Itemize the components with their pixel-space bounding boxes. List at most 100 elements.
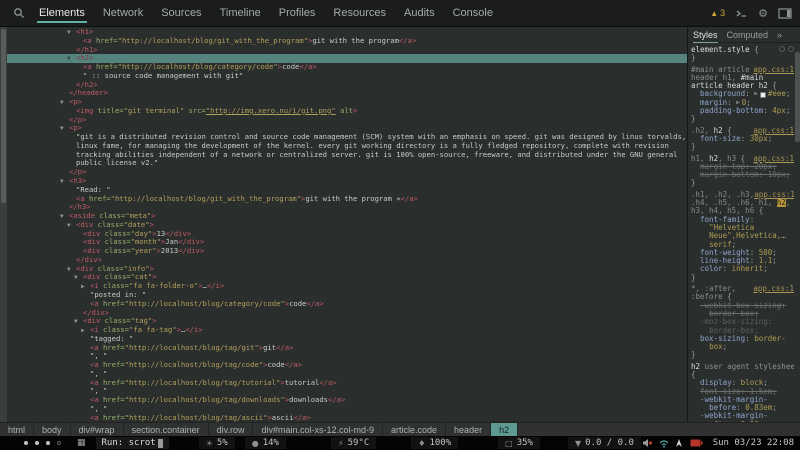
style-line[interactable]: margin-top: 20px;	[691, 163, 794, 171]
breadcrumb-item-div#main.col-xs-12.col-md-9[interactable]: div#main.col-xs-12.col-md-9	[253, 423, 384, 436]
dom-tree-line[interactable]: <a href="http://localhost/blog/tag/ascii…	[7, 414, 687, 422]
tab-console[interactable]: Console	[444, 0, 502, 26]
style-line[interactable]: border-box;	[691, 310, 794, 318]
scrollbar-thumb[interactable]	[795, 52, 800, 142]
dom-tree-line[interactable]: ▼ <h1>	[7, 28, 687, 37]
dom-tree-line[interactable]: " :: source code management with git"	[7, 72, 687, 81]
tab-audits[interactable]: Audits	[395, 0, 444, 26]
style-line[interactable]: margin: ▶ 0;	[691, 99, 794, 107]
dom-tree-line[interactable]: ▼ <div class="cat">	[7, 273, 687, 282]
battery-icon[interactable]	[690, 439, 703, 447]
style-line[interactable]: font-family:	[691, 216, 794, 224]
breadcrumb-item-article.code[interactable]: article.code	[383, 423, 447, 436]
style-line[interactable]: border-box;	[691, 327, 794, 335]
style-line[interactable]: h2 user agent stylesheet	[691, 363, 794, 371]
dom-tree-line[interactable]: </p>	[7, 116, 687, 125]
dom-tree-line[interactable]: <a href="http://localhost/blog/tag/git">…	[7, 344, 687, 353]
styles-tab-more[interactable]: »	[777, 30, 782, 40]
dom-tree-line[interactable]: </h2>	[7, 81, 687, 90]
run-prompt[interactable]: Run: scrot	[95, 437, 169, 449]
dom-tree-line[interactable]: <div class="day">13</div>	[7, 230, 687, 239]
dock-side-icon[interactable]	[778, 7, 792, 19]
style-line[interactable]: .h4, .h5, .h6, h1, h2,	[691, 199, 794, 208]
style-line[interactable]: before: 0.83em;	[691, 404, 794, 412]
style-line[interactable]: -webkit-margin-	[691, 412, 794, 420]
style-line[interactable]: h3, h4, h5, h6 {	[691, 207, 794, 215]
dom-tree-line[interactable]: ▼ <p>	[7, 98, 687, 107]
color-format-icon[interactable]	[788, 46, 794, 52]
breadcrumb-item-h2[interactable]: h2	[491, 423, 519, 436]
dom-tree-line[interactable]: ▶ <i class="fa fa-folder-o">…</i>	[7, 282, 687, 291]
style-line[interactable]: }	[691, 179, 794, 187]
workspace-indicator-1[interactable]	[24, 441, 28, 445]
dom-tree-line[interactable]: linux fame, for managing the development…	[7, 142, 687, 151]
style-line[interactable]: -moz-box-sizing:	[691, 318, 794, 326]
dom-tree-line[interactable]: "posted in: "	[7, 291, 687, 300]
style-line[interactable]: }	[691, 115, 794, 123]
dom-tree-line[interactable]: </h1>	[7, 46, 687, 55]
search-icon[interactable]	[8, 7, 30, 19]
style-line[interactable]: font-size: 1.5em;	[691, 388, 794, 396]
stylesheet-source-link[interactable]: app.css:1	[753, 155, 794, 163]
dom-tree-line[interactable]: <a href="http://localhost/blog/tag/downl…	[7, 396, 687, 405]
style-line[interactable]: font-weight: 500;	[691, 249, 794, 257]
dom-tree-line[interactable]: ", "	[7, 387, 687, 396]
dom-tree-line[interactable]: <img title="git terminal" src="http://im…	[7, 107, 687, 116]
stylesheet-source-link[interactable]: app.css:1	[753, 66, 794, 74]
style-line[interactable]: :before {	[691, 293, 794, 301]
style-line[interactable]: after: 0.83em;	[691, 421, 794, 422]
workspace-indicator-3[interactable]	[46, 441, 50, 445]
style-line[interactable]: font-size: 30px;	[691, 135, 794, 143]
style-line[interactable]: header h1, #main	[691, 74, 794, 82]
style-line[interactable]: line-height: 1.1;	[691, 257, 794, 265]
style-line[interactable]: box-sizing: border-	[691, 335, 794, 343]
dom-tree-line[interactable]: ", "	[7, 370, 687, 379]
style-line[interactable]: -webkit-box-sizing:	[691, 302, 794, 310]
dom-tree-line[interactable]: ▶ <i class="fa fa-tag">…</i>	[7, 326, 687, 335]
workspace-indicator-2[interactable]	[35, 441, 39, 445]
style-line[interactable]: margin-bottom: 10px;	[691, 171, 794, 179]
dom-tree-line[interactable]: ▼ <aside class="meta">	[7, 212, 687, 221]
style-line[interactable]: article header h2 {	[691, 82, 794, 90]
stylesheet-source-link[interactable]: app.css:1	[754, 191, 794, 199]
style-line[interactable]: -webkit-margin-	[691, 396, 794, 404]
dom-tree-line[interactable]: </div>	[7, 256, 687, 265]
dom-tree-line[interactable]: </div>	[7, 309, 687, 318]
breadcrumb-item-div.row[interactable]: div.row	[209, 423, 254, 436]
tab-sources[interactable]: Sources	[152, 0, 210, 26]
styles-tab-computed[interactable]: Computed	[727, 30, 769, 40]
breadcrumb-item-section.container[interactable]: section.container	[124, 423, 209, 436]
dom-tree-line[interactable]: </header>	[7, 89, 687, 98]
dom-tree-line[interactable]: "git is a distributed revision control a…	[7, 133, 687, 142]
styles-scrollbar[interactable]	[795, 46, 800, 422]
style-line[interactable]: .h2, h2 {app.css:1	[691, 127, 794, 135]
dom-tree-line[interactable]: ", "	[7, 405, 687, 414]
tab-network[interactable]: Network	[94, 0, 152, 26]
style-line[interactable]: #main article app.css:1	[691, 66, 794, 74]
warning-badge[interactable]: ▲ 3	[710, 8, 725, 18]
breadcrumb-item-html[interactable]: html	[0, 423, 35, 436]
stylesheet-source-link[interactable]: app.css:1	[753, 127, 794, 135]
style-line[interactable]: .h1, .h2, .h3, app.css:1	[691, 191, 794, 199]
style-line[interactable]: element.style {	[691, 46, 794, 54]
wifi-icon[interactable]	[658, 438, 670, 448]
dom-tree-line[interactable]: ▼ <div class="info">	[7, 265, 687, 274]
style-line[interactable]: color: inherit;	[691, 265, 794, 273]
elements-scrollbar[interactable]	[0, 27, 7, 422]
styles-tab-styles[interactable]: Styles	[693, 30, 718, 43]
gear-icon[interactable]: ⚙	[758, 7, 768, 20]
breadcrumb-item-body[interactable]: body	[34, 423, 71, 436]
dom-tree-line[interactable]: <a href="http://localhost/blog/category/…	[7, 300, 687, 309]
breadcrumb-item-header[interactable]: header	[446, 423, 492, 436]
speaker-icon[interactable]	[642, 438, 653, 448]
tab-elements[interactable]: Elements	[30, 0, 94, 26]
style-line[interactable]: }	[691, 351, 794, 359]
tab-timeline[interactable]: Timeline	[211, 0, 270, 26]
console-drawer-icon[interactable]	[735, 8, 748, 19]
style-line[interactable]: h1, h2, h3 {app.css:1	[691, 155, 794, 163]
style-line[interactable]: }	[691, 274, 794, 282]
style-line[interactable]: }	[691, 54, 794, 62]
tab-resources[interactable]: Resources	[324, 0, 395, 26]
dom-tree-line[interactable]: ▼ <div class="date">	[7, 221, 687, 230]
style-line[interactable]: serif;	[691, 241, 794, 249]
